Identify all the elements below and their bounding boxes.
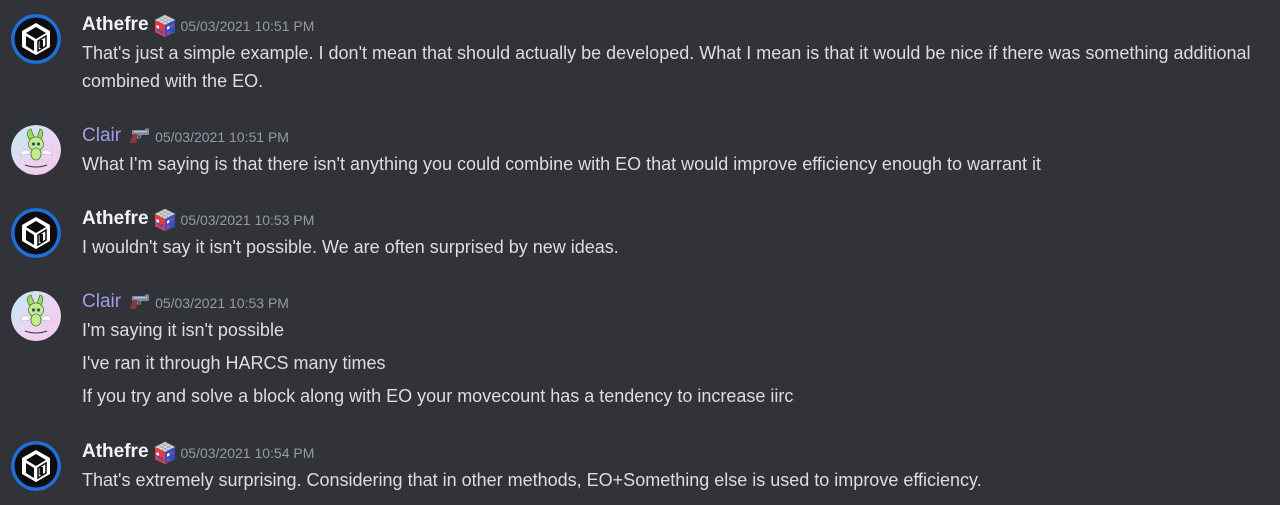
message-text: I wouldn't say it isn't possible. We are… [82, 237, 619, 257]
avatar[interactable] [11, 208, 61, 258]
rubiks-cube-icon[interactable] [153, 208, 177, 230]
rubiks-cube-icon[interactable] [153, 14, 177, 36]
username[interactable]: Clair [82, 290, 121, 314]
message-text: I've ran it through HARCS many times [82, 353, 386, 373]
username[interactable]: Athefre [82, 207, 149, 231]
timestamp[interactable]: 05/03/2021 10:51 PM [181, 14, 315, 38]
avatar[interactable] [11, 291, 61, 341]
username[interactable]: Athefre [82, 13, 149, 37]
message-text: I'm saying it isn't possible [82, 320, 284, 340]
message-header: Athefre 05/03/2021 10:53 PM [82, 207, 314, 231]
gun-icon[interactable] [125, 125, 151, 147]
cube-logo-avatar-icon [11, 208, 61, 258]
avatar[interactable] [11, 441, 61, 491]
timestamp[interactable]: 05/03/2021 10:51 PM [155, 125, 289, 149]
username[interactable]: Athefre [82, 440, 149, 464]
cube-logo-avatar-icon [11, 14, 61, 64]
rubiks-cube-icon[interactable] [153, 441, 177, 463]
message-text: That's extremely surprising. Considering… [82, 470, 982, 490]
avatar[interactable] [11, 14, 61, 64]
timestamp[interactable]: 05/03/2021 10:53 PM [181, 208, 315, 232]
message-text: If you try and solve a block along with … [82, 386, 794, 406]
celebi-avatar-icon [11, 291, 61, 341]
message-header: Athefre 05/03/2021 10:54 PM [82, 440, 314, 464]
avatar[interactable] [11, 125, 61, 175]
cube-logo-avatar-icon [11, 441, 61, 491]
message-text: What I'm saying is that there isn't anyt… [82, 154, 1042, 174]
gun-icon[interactable] [125, 291, 151, 313]
message-header: Athefre 05/03/2021 10:51 PM [82, 13, 314, 37]
timestamp[interactable]: 05/03/2021 10:53 PM [155, 291, 289, 315]
message-header: Clair 05/03/2021 10:53 PM [82, 290, 289, 314]
timestamp[interactable]: 05/03/2021 10:54 PM [181, 441, 315, 465]
message-text: That's just a simple example. I don't me… [82, 43, 1251, 91]
message-header: Clair 05/03/2021 10:51 PM [82, 124, 289, 148]
celebi-avatar-icon [11, 125, 61, 175]
username[interactable]: Clair [82, 124, 121, 148]
